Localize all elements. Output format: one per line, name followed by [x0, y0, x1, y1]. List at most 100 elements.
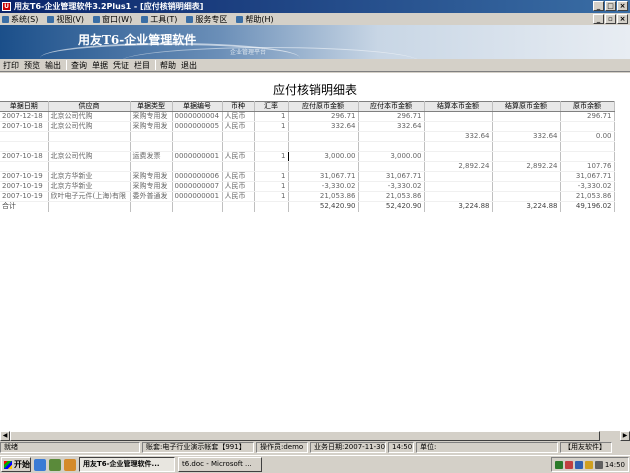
table-cell[interactable]: 1 [253, 151, 289, 162]
table-row[interactable]: 2007-12-18 北京公司代购 采购专用发 0000000004 人民币 1 296.7… [0, 111, 615, 122]
table-cell[interactable] [254, 161, 289, 172]
column-header[interactable]: 汇率 [254, 101, 289, 112]
table-cell[interactable]: 北京公司代购 [48, 111, 131, 122]
table-cell[interactable]: 1 [254, 181, 289, 192]
table-cell[interactable]: 2007-10-18 [0, 151, 49, 162]
table-cell[interactable]: 欣叶电子元件(上海)有限 [48, 191, 131, 202]
table-cell[interactable]: 人民币 [222, 121, 255, 132]
table-cell[interactable]: 2007-10-19 [0, 171, 49, 182]
help-button[interactable]: 帮助 [158, 60, 178, 71]
table-cell[interactable]: 1 [254, 171, 289, 182]
table-cell[interactable] [424, 141, 493, 152]
table-cell[interactable]: 296.71 [288, 111, 359, 122]
table-row[interactable]: 2,892.24 2,892.24 107.76 [0, 161, 615, 172]
table-cell[interactable] [492, 191, 561, 202]
table-cell[interactable]: 北京方华新业 [48, 181, 131, 192]
table-cell[interactable] [358, 161, 425, 172]
maximize-button[interactable]: □ [605, 1, 616, 11]
desktop-icon[interactable] [49, 458, 61, 471]
column-header[interactable]: 单据编号 [172, 101, 223, 112]
menu-help[interactable]: 帮助(H) [236, 14, 274, 25]
table-cell[interactable]: 0.00 [560, 131, 615, 142]
table-cell[interactable]: 0000000007 [172, 181, 223, 192]
table-cell[interactable]: 运费发票 [130, 151, 173, 162]
table-cell[interactable]: 31,067.71 [358, 171, 425, 182]
scroll-right-icon[interactable]: ▶ [620, 431, 630, 441]
table-cell[interactable]: 北京公司代购 [48, 151, 131, 162]
menu-view[interactable]: 视图(V) [47, 14, 84, 25]
table-cell[interactable] [492, 111, 561, 122]
column-header[interactable]: 单据类型 [130, 101, 173, 112]
table-cell[interactable] [254, 201, 289, 212]
table-cell[interactable]: 3,000.00 [358, 151, 425, 162]
table-cell[interactable] [222, 141, 255, 152]
table-cell[interactable] [492, 121, 561, 132]
table-cell[interactable] [358, 131, 425, 142]
table-row[interactable]: 2007-10-18 北京公司代购 采购专用发 0000000005 人民币 1 332.6… [0, 121, 615, 132]
columns-button[interactable]: 栏目 [132, 60, 152, 71]
antivirus-icon[interactable] [564, 460, 573, 469]
volume-icon[interactable] [584, 460, 593, 469]
table-cell[interactable] [48, 201, 131, 212]
table-cell[interactable]: 49,196.02 [560, 201, 615, 212]
table-row[interactable]: 2007-10-18 北京公司代购 运费发票 0000000001 人民币 1 3,000.… [0, 151, 615, 162]
table-cell[interactable]: 0000000001 [172, 151, 223, 162]
column-header[interactable]: 供应商 [48, 101, 131, 112]
table-cell[interactable]: 北京公司代购 [48, 121, 131, 132]
table-cell[interactable] [358, 141, 425, 152]
column-header[interactable]: 原币余额 [560, 101, 615, 112]
horizontal-scrollbar[interactable]: ◀ ▶ [0, 430, 630, 441]
table-cell[interactable] [560, 141, 615, 152]
table-cell[interactable] [48, 141, 131, 152]
table-cell[interactable] [424, 151, 493, 162]
table-cell[interactable]: 采购专用发 [130, 111, 173, 122]
table-row[interactable] [0, 141, 615, 152]
table-cell[interactable]: 52,420.90 [288, 201, 359, 212]
table-cell[interactable] [288, 161, 359, 172]
scroll-thumb[interactable] [10, 431, 600, 441]
export-button[interactable]: 输出 [43, 60, 63, 71]
table-cell[interactable]: 2,892.24 [492, 161, 561, 172]
table-cell[interactable]: 人民币 [222, 151, 255, 162]
mdi-minimize-button[interactable]: _ [593, 14, 604, 24]
table-cell[interactable] [130, 131, 173, 142]
table-cell[interactable]: 3,224.88 [424, 201, 493, 212]
start-button[interactable]: 开始 [1, 457, 31, 472]
table-cell[interactable] [492, 141, 561, 152]
table-cell[interactable]: 2007-10-19 [0, 191, 49, 202]
table-cell[interactable]: -3,330.02 [560, 181, 615, 192]
table-cell[interactable]: 332.64 [492, 131, 561, 142]
table-cell[interactable] [222, 131, 255, 142]
minimize-button[interactable]: _ [593, 1, 604, 11]
table-row[interactable]: 2007-10-19 欣叶电子元件(上海)有限 委外普通发 0000000001 人民币… [0, 191, 615, 202]
table-cell[interactable] [130, 201, 173, 212]
table-row[interactable]: 2007-10-19 北京方华新业 采购专用发 0000000007 人民币 1 -3,33… [0, 181, 615, 192]
table-cell[interactable]: 0000000006 [172, 171, 223, 182]
table-cell[interactable] [222, 201, 255, 212]
close-button[interactable]: × [617, 1, 628, 11]
table-cell[interactable]: 人民币 [222, 111, 255, 122]
table-cell[interactable]: 2007-10-18 [0, 121, 49, 132]
table-cell[interactable] [172, 161, 223, 172]
table-cell[interactable]: -3,330.02 [288, 181, 359, 192]
table-cell[interactable]: 1 [254, 121, 289, 132]
table-cell[interactable]: 1 [254, 191, 289, 202]
table-cell[interactable]: 0000000004 [172, 111, 223, 122]
table-cell[interactable]: 332.64 [424, 131, 493, 142]
table-cell[interactable] [172, 141, 223, 152]
table-cell[interactable] [492, 171, 561, 182]
table-cell[interactable] [0, 161, 49, 172]
mdi-restore-button[interactable]: ▫ [605, 14, 616, 24]
network-icon[interactable] [554, 460, 563, 469]
exit-button[interactable]: 退出 [179, 60, 199, 71]
column-header[interactable]: 应付原币金额 [288, 101, 359, 112]
table-cell[interactable] [288, 131, 359, 142]
table-cell[interactable]: 合计 [0, 201, 49, 212]
table-cell[interactable]: 52,420.90 [358, 201, 425, 212]
table-cell[interactable]: 21,053.86 [560, 191, 615, 202]
table-cell[interactable]: 107.76 [560, 161, 615, 172]
table-cell[interactable] [492, 181, 561, 192]
table-cell[interactable] [254, 141, 289, 152]
table-cell[interactable]: 3,000.00 [288, 151, 359, 162]
table-cell[interactable] [130, 141, 173, 152]
